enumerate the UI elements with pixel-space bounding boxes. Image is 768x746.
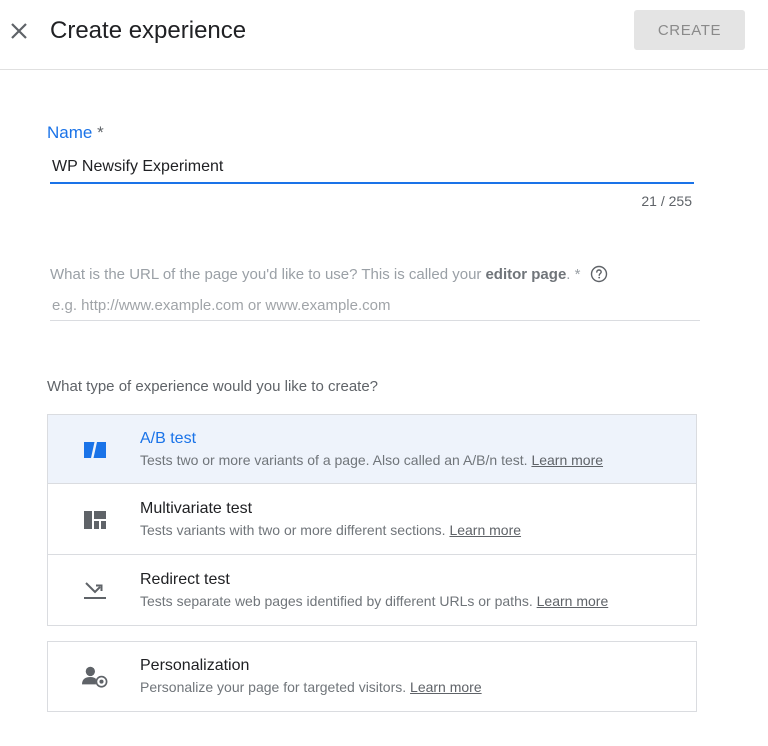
option-multivariate-test[interactable]: Multivariate test Tests variants with tw…	[47, 483, 697, 555]
option-title: Multivariate test	[140, 500, 253, 517]
option-description-text: Tests two or more variants of a page. Al…	[140, 452, 528, 468]
multivariate-icon	[82, 507, 108, 533]
help-icon[interactable]	[590, 265, 608, 283]
url-label-prefix: What is the URL of the page you'd like t…	[50, 265, 482, 283]
option-redirect-test[interactable]: Redirect test Tests separate web pages i…	[47, 554, 697, 626]
name-field-label: Name *	[47, 123, 104, 143]
editor-page-url-input[interactable]	[50, 290, 700, 321]
redirect-icon	[82, 578, 108, 604]
option-description: Tests variants with two or more differen…	[140, 522, 521, 538]
close-icon[interactable]	[7, 19, 31, 43]
option-title: Personalization	[140, 657, 250, 674]
option-description: Tests separate web pages identified by d…	[140, 593, 608, 609]
option-description: Personalize your page for targeted visit…	[140, 679, 482, 695]
required-mark: *	[97, 123, 104, 142]
personalization-icon	[82, 664, 108, 690]
url-label-suffix: . *	[566, 265, 581, 283]
option-description-text: Tests variants with two or more differen…	[140, 522, 446, 538]
option-description-text: Personalize your page for targeted visit…	[140, 679, 407, 695]
option-personalization[interactable]: Personalization Personalize your page fo…	[47, 641, 697, 712]
option-description-text: Tests separate web pages identified by d…	[140, 593, 533, 609]
header-bar: Create experience CREATE	[0, 0, 768, 70]
name-input[interactable]	[50, 152, 694, 184]
name-label-text: Name	[47, 123, 93, 142]
page-title: Create experience	[50, 17, 247, 44]
option-title: A/B test	[140, 430, 197, 447]
create-button[interactable]: CREATE	[634, 10, 745, 50]
learn-more-link[interactable]: Learn more	[410, 679, 482, 695]
experience-type-question: What type of experience would you like t…	[47, 378, 379, 395]
option-description: Tests two or more variants of a page. Al…	[140, 452, 603, 468]
option-ab-test[interactable]: A/B test Tests two or more variants of a…	[47, 414, 697, 484]
learn-more-link[interactable]: Learn more	[531, 452, 603, 468]
url-label-bold: editor page	[485, 265, 567, 283]
url-field-label: What is the URL of the page you'd like t…	[50, 265, 608, 283]
learn-more-link[interactable]: Learn more	[537, 593, 609, 609]
ab-test-icon	[82, 437, 108, 463]
character-counter: 21 / 255	[641, 193, 692, 209]
learn-more-link[interactable]: Learn more	[449, 522, 521, 538]
option-title: Redirect test	[140, 571, 230, 588]
